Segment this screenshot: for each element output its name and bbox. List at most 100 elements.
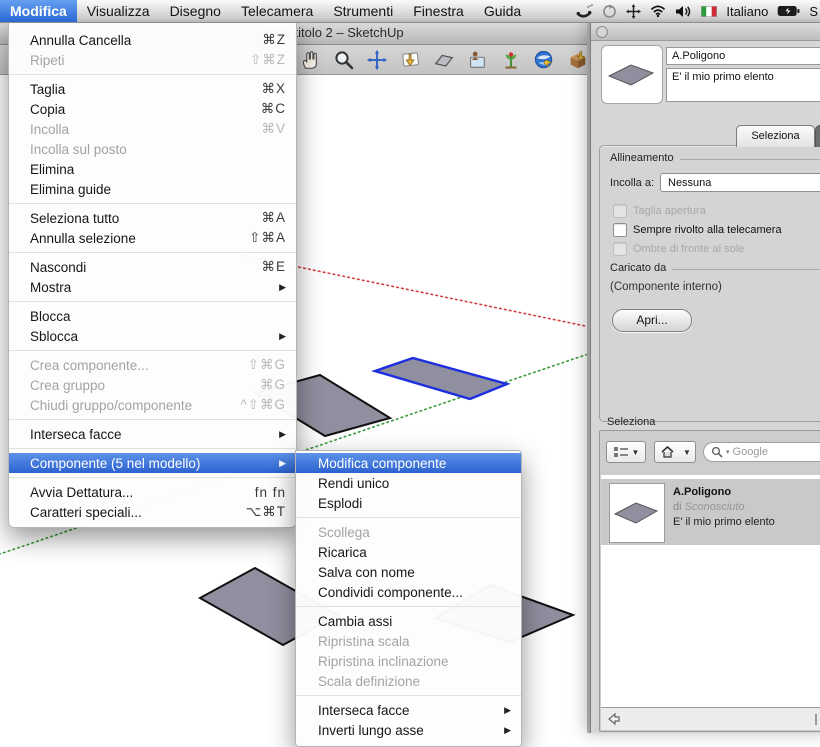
menu-item-chiudi-gruppo-componente: Chiudi gruppo/componente^⇧⌘G <box>9 395 296 415</box>
list-item-author: di Sconosciuto <box>673 501 745 513</box>
phone-icon[interactable] <box>576 4 593 19</box>
list-item-description: E' il mio primo elento <box>673 516 775 528</box>
checkbox-label: Ombre di fronte al sole <box>633 243 744 255</box>
volume-icon[interactable] <box>675 5 692 18</box>
checkbox-box[interactable] <box>613 223 627 237</box>
menu-item-componente-5-nel-modello[interactable]: Componente (5 nel modello)▶ <box>9 453 296 473</box>
menu-separator <box>296 517 521 518</box>
alignment-label: Allineamento <box>610 152 674 164</box>
battery-icon[interactable] <box>777 5 800 17</box>
thumbnail-shape <box>610 484 662 540</box>
submenu-arrow-icon: ▶ <box>279 282 286 293</box>
menu-item-label: Elimina <box>30 162 286 177</box>
component-description-field[interactable]: E' il mio primo elento <box>666 68 820 102</box>
menu-item-label: Crea componente... <box>30 358 232 373</box>
menubar-modifica[interactable]: Modifica <box>0 0 77 22</box>
sync-icon[interactable] <box>602 4 617 19</box>
menu-item-sblocca[interactable]: Sblocca▶ <box>9 326 296 346</box>
tab-seleziona[interactable]: Seleziona <box>736 125 815 147</box>
menu-item-interseca-facce[interactable]: Interseca facce▶ <box>296 700 521 720</box>
menu-item-label: Componente (5 nel modello) <box>30 456 267 471</box>
view-options-button[interactable]: ▼ <box>606 441 646 463</box>
add-location-icon[interactable] <box>398 47 422 73</box>
menu-item-blocca[interactable]: Blocca <box>9 306 296 326</box>
menu-item-annulla-cancella[interactable]: Annulla Cancella⌘Z <box>9 30 296 50</box>
menu-item-shortcut: ⌘V <box>261 121 286 137</box>
menu-item-label: Incolla sul posto <box>30 142 286 157</box>
menu-item-seleziona-tutto[interactable]: Seleziona tutto⌘A <box>9 208 296 228</box>
menu-item-taglia[interactable]: Taglia⌘X <box>9 79 296 99</box>
tab-next-partial[interactable] <box>815 125 820 147</box>
menubar-visualizza[interactable]: Visualizza <box>77 0 160 22</box>
menu-separator <box>9 477 296 478</box>
menu-item-label: Scala definizione <box>318 674 511 689</box>
component-name-field[interactable]: A.Poligono <box>666 47 820 65</box>
menu-item-crea-componente: Crea componente...⇧⌘G <box>9 355 296 375</box>
language-label[interactable]: Italiano <box>726 4 768 19</box>
sandbox-icon[interactable] <box>499 47 523 73</box>
glue-to-select[interactable]: Nessuna <box>660 173 820 192</box>
list-item-selected[interactable]: A.Poligono di Sconosciuto E' il mio prim… <box>601 479 820 545</box>
checkbox-label: Taglia apertura <box>633 205 706 217</box>
zoom-icon[interactable] <box>331 47 355 73</box>
menubar-guida[interactable]: Guida <box>474 0 531 22</box>
component-list[interactable]: A.Poligono di Sconosciuto E' il mio prim… <box>601 475 820 710</box>
loaded-from-label: Caricato da <box>610 262 666 274</box>
pan-hand-icon[interactable] <box>298 47 322 73</box>
home-button[interactable] <box>654 441 680 463</box>
menu-item-cambia-assi[interactable]: Cambia assi <box>296 611 521 631</box>
menu-item-inverti-lungo-asse[interactable]: Inverti lungo asse▶ <box>296 720 521 740</box>
menubar-finestra[interactable]: Finestra <box>403 0 474 22</box>
list-view-icon <box>613 445 629 459</box>
menu-item-annulla-selezione[interactable]: Annulla selezione⇧⌘A <box>9 228 296 248</box>
menu-item-avvia-dettatura[interactable]: Avvia Dettatura...fn fn <box>9 482 296 502</box>
google-earth-icon[interactable] <box>532 47 556 73</box>
menu-item-ricarica[interactable]: Ricarica <box>296 542 521 562</box>
footer-scroll-mark <box>815 714 817 725</box>
open-button[interactable]: Apri... <box>612 309 692 332</box>
menu-item-elimina[interactable]: Elimina <box>9 159 296 179</box>
menu-item-ripristina-scala: Ripristina scala <box>296 631 521 651</box>
component-thumbnail <box>601 45 663 104</box>
alignment-group-box: Allineamento Incolla a: Nessuna Taglia a… <box>599 145 820 422</box>
menu-item-shortcut: ^⇧⌘G <box>240 397 286 413</box>
back-arrow-icon[interactable] <box>607 712 622 726</box>
checkbox-sempre-rivolto-alla-telecamera[interactable]: Sempre rivolto alla telecamera <box>613 223 782 237</box>
zoom-extents-icon[interactable] <box>365 47 389 73</box>
menu-item-label: Annulla Cancella <box>30 33 246 48</box>
menu-item-label: Ripristina scala <box>318 634 511 649</box>
menu-item-condividi-componente[interactable]: Condividi componente... <box>296 582 521 602</box>
menu-item-esplodi[interactable]: Esplodi <box>296 493 521 513</box>
face-style-icon[interactable] <box>432 47 456 73</box>
home-dropdown-button[interactable]: ▼ <box>679 441 696 463</box>
flag-italy-icon[interactable] <box>701 6 717 17</box>
component-browser: ▼ ▼ ▾ Google <box>599 430 820 732</box>
menu-item-rendi-unico[interactable]: Rendi unico <box>296 473 521 493</box>
menu-item-caratteri-speciali[interactable]: Caratteri speciali...⌥⌘T <box>9 502 296 522</box>
menu-item-nascondi[interactable]: Nascondi⌘E <box>9 257 296 277</box>
menu-item-mostra[interactable]: Mostra▶ <box>9 277 296 297</box>
menu-item-label: Caratteri speciali... <box>30 505 230 520</box>
menubar-strumenti[interactable]: Strumenti <box>323 0 403 22</box>
menubar-telecamera[interactable]: Telecamera <box>231 0 323 22</box>
menu-separator <box>296 695 521 696</box>
move-icon[interactable] <box>626 4 641 19</box>
menu-item-label: Copia <box>30 102 245 117</box>
menubar-disegno[interactable]: Disegno <box>160 0 231 22</box>
menu-item-copia[interactable]: Copia⌘C <box>9 99 296 119</box>
panel-titlebar[interactable] <box>591 22 820 41</box>
menu-item-shortcut: fn fn <box>255 485 286 500</box>
wifi-icon[interactable] <box>650 5 666 17</box>
menu-item-label: Ripristina inclinazione <box>318 654 511 669</box>
close-icon[interactable] <box>596 26 608 38</box>
menu-item-modifica-componente[interactable]: Modifica componente <box>296 453 521 473</box>
photo-textures-icon[interactable] <box>465 47 489 73</box>
menu-item-label: Annulla selezione <box>30 231 233 246</box>
menu-item-label: Cambia assi <box>318 614 511 629</box>
menu-item-salva-con-nome[interactable]: Salva con nome <box>296 562 521 582</box>
menu-item-elimina-guide[interactable]: Elimina guide <box>9 179 296 199</box>
menu-item-interseca-facce[interactable]: Interseca facce▶ <box>9 424 296 444</box>
author-prefix: di <box>673 501 685 513</box>
search-input[interactable]: ▾ Google <box>703 442 820 462</box>
menu-item-label: Rendi unico <box>318 476 511 491</box>
